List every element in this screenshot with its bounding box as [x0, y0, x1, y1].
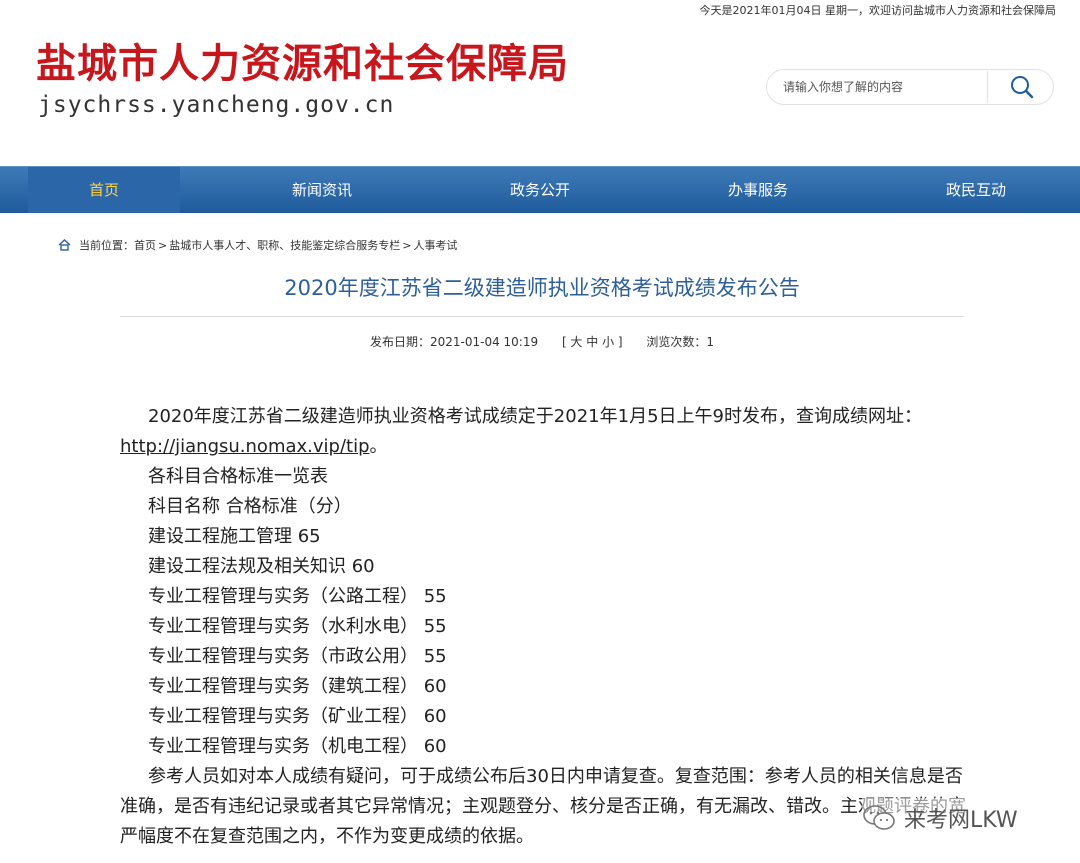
watermark: 来考网LKW: [862, 798, 1062, 838]
main-nav: 首页 新闻资讯 政务公开 办事服务 政民互动: [0, 166, 1080, 213]
breadcrumb-prefix: 当前位置：: [79, 239, 134, 252]
list-item: 专业工程管理与实务（水利水电） 55: [148, 616, 447, 637]
search-input[interactable]: [783, 78, 983, 96]
nav-item-news[interactable]: 新闻资讯: [222, 167, 422, 213]
nav-item-interaction[interactable]: 政民互动: [876, 167, 1076, 213]
breadcrumb-section-link[interactable]: 盐城市人事人才、职称、技能鉴定综合服务专栏: [169, 237, 400, 253]
intro-text: 2020年度江苏省二级建造师执业资格考试成绩定于2021年1月5日上午9时发布，…: [148, 406, 922, 427]
intro-paragraph: 2020年度江苏省二级建造师执业资格考试成绩定于2021年1月5日上午9时发布，…: [120, 402, 970, 462]
nav-item-gov-affairs[interactable]: 政务公开: [440, 167, 640, 213]
intro-end: 。: [369, 436, 388, 457]
list-item: 科目名称 合格标准（分）: [148, 496, 352, 517]
watermark-text: 来考网LKW: [904, 808, 1018, 833]
wechat-icon: [863, 805, 895, 830]
list-item: 各科目合格标准一览表: [148, 466, 328, 487]
list-item: 专业工程管理与实务（矿业工程） 60: [148, 706, 447, 727]
title-divider: [120, 316, 964, 317]
score-query-link[interactable]: http://jiangsu.nomax.vip/tip: [120, 436, 370, 457]
article-title: 2020年度江苏省二级建造师执业资格考试成绩发布公告: [284, 276, 800, 300]
welcome-bar: 今天是2021年01月04日 星期一，欢迎访问盐城市人力资源和社会保障局: [699, 4, 1056, 17]
site-domain: jsychrss.yancheng.gov.cn: [38, 92, 395, 118]
list-item: 专业工程管理与实务（公路工程） 55: [148, 586, 447, 607]
search-button[interactable]: [993, 72, 1051, 102]
site-title[interactable]: 盐城市人力资源和社会保障局: [36, 40, 569, 88]
breadcrumb-home-link[interactable]: 首页: [134, 237, 156, 253]
home-icon: [58, 239, 71, 251]
article-body: 2020年度江苏省二级建造师执业资格考试成绩定于2021年1月5日上午9时发布，…: [120, 402, 970, 852]
list-item: 建设工程施工管理 65: [148, 526, 321, 547]
font-size-control[interactable]: [ 大 中 小 ]: [562, 335, 623, 349]
breadcrumb-separator: >: [158, 238, 168, 252]
search-divider: [987, 71, 988, 103]
list-item: 专业工程管理与实务（建筑工程） 60: [148, 676, 447, 697]
breadcrumb-separator: >: [402, 238, 412, 252]
list-item: 建设工程法规及相关知识 60: [148, 556, 375, 577]
breadcrumb: 当前位置： 首页 > 盐城市人事人才、职称、技能鉴定综合服务专栏 > 人事考试: [58, 237, 457, 253]
review-paragraph: 参考人员如对本人成绩有疑问，可于成绩公布后30日内申请复查。复查范围：参考人员的…: [120, 766, 966, 847]
nav-item-services[interactable]: 办事服务: [658, 167, 858, 213]
publish-date: 发布日期：2021-01-04 10:19: [369, 335, 539, 349]
search-box: [766, 69, 1054, 105]
search-icon: [1011, 76, 1034, 99]
article-meta: 发布日期：2021-01-04 10:19 [ 大 中 小 ] 浏览次数：1: [120, 333, 964, 350]
view-count: 浏览次数：1: [646, 335, 715, 349]
breadcrumb-current-link[interactable]: 人事考试: [413, 237, 457, 253]
list-item: 专业工程管理与实务（市政公用） 55: [148, 646, 447, 667]
list-item: 专业工程管理与实务（机电工程） 60: [148, 736, 447, 757]
nav-item-home[interactable]: 首页: [28, 167, 180, 213]
